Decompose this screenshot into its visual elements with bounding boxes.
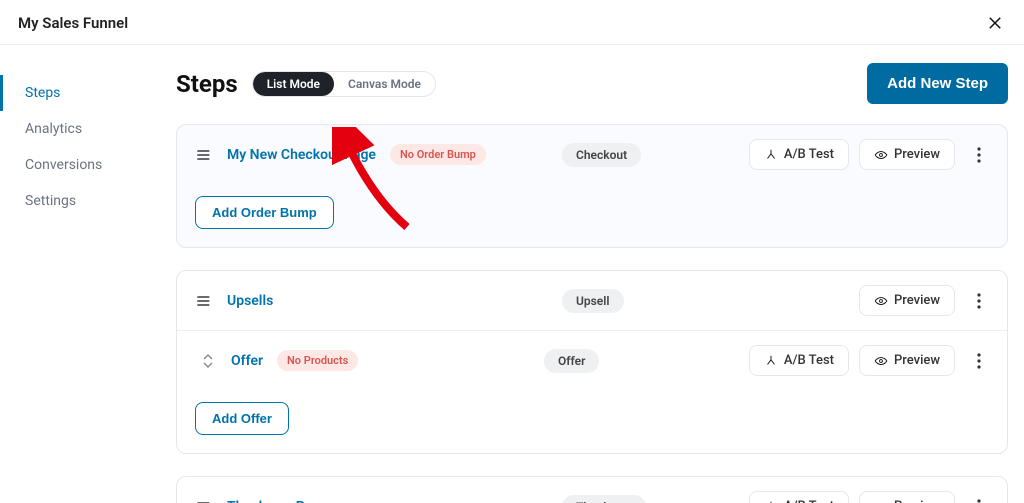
drag-icon[interactable] [195,292,213,310]
eye-icon [874,148,888,162]
ab-test-icon [764,148,778,162]
row-menu-button[interactable] [969,145,989,165]
ab-test-label: A/B Test [784,499,834,503]
mode-canvas-button[interactable]: Canvas Mode [334,72,435,96]
ab-test-label: A/B Test [784,147,834,162]
step-title-link[interactable]: My New Checkout Page [227,147,376,163]
sidebar: Steps Analytics Conversions Settings [0,45,160,503]
drag-icon[interactable] [195,498,213,503]
preview-button[interactable]: Preview [859,345,955,376]
row-menu-button[interactable] [969,497,989,503]
step-card-upsells: Upsells Upsell Preview [176,270,1008,454]
offer-title-link[interactable]: Offer [231,353,263,369]
no-products-badge: No Products [277,350,358,371]
sidebar-item-analytics[interactable]: Analytics [0,111,160,147]
step-title-link[interactable]: Thank you Page [227,499,328,503]
sort-icon[interactable] [199,348,217,374]
preview-label: Preview [894,499,940,503]
sidebar-item-settings[interactable]: Settings [0,183,160,219]
preview-label: Preview [894,353,940,368]
steps-heading: Steps [176,70,238,98]
preview-button[interactable]: Preview [859,491,955,503]
ab-test-button[interactable]: A/B Test [749,345,849,376]
eye-icon [874,354,888,368]
eye-icon [874,294,888,308]
sidebar-item-steps[interactable]: Steps [0,75,160,111]
row-menu-button[interactable] [969,351,989,371]
sidebar-item-conversions[interactable]: Conversions [0,147,160,183]
add-order-bump-button[interactable]: Add Order Bump [195,196,334,229]
no-order-bump-badge: No Order Bump [390,144,486,165]
step-title-link[interactable]: Upsells [227,293,273,309]
mode-list-button[interactable]: List Mode [253,72,334,96]
close-icon [986,14,1004,32]
step-type-badge: Checkout [562,143,641,167]
page-title: My Sales Funnel [18,14,128,32]
kebab-icon [977,353,981,369]
offer-type-badge: Offer [544,349,599,373]
ab-test-label: A/B Test [784,353,834,368]
ab-test-button[interactable]: A/B Test [749,491,849,503]
close-button[interactable] [984,12,1006,34]
step-card-thankyou: Thank you Page Thank you A/B Test Previe… [176,476,1008,503]
preview-button[interactable]: Preview [859,285,955,316]
preview-label: Preview [894,293,940,308]
ab-test-icon [764,354,778,368]
kebab-icon [977,293,981,309]
kebab-icon [977,499,981,503]
add-offer-button[interactable]: Add Offer [195,402,289,435]
step-card-checkout: My New Checkout Page No Order Bump Check… [176,124,1008,248]
main-panel: Steps List Mode Canvas Mode Add New Step… [160,45,1024,503]
drag-icon[interactable] [195,146,213,164]
eye-icon [874,500,888,503]
step-type-badge: Upsell [562,289,624,313]
mode-toggle: List Mode Canvas Mode [252,71,436,97]
preview-label: Preview [894,147,940,162]
add-new-step-button[interactable]: Add New Step [867,63,1008,104]
ab-test-icon [764,500,778,503]
preview-button[interactable]: Preview [859,139,955,170]
ab-test-button[interactable]: A/B Test [749,139,849,170]
row-menu-button[interactable] [969,291,989,311]
kebab-icon [977,147,981,163]
